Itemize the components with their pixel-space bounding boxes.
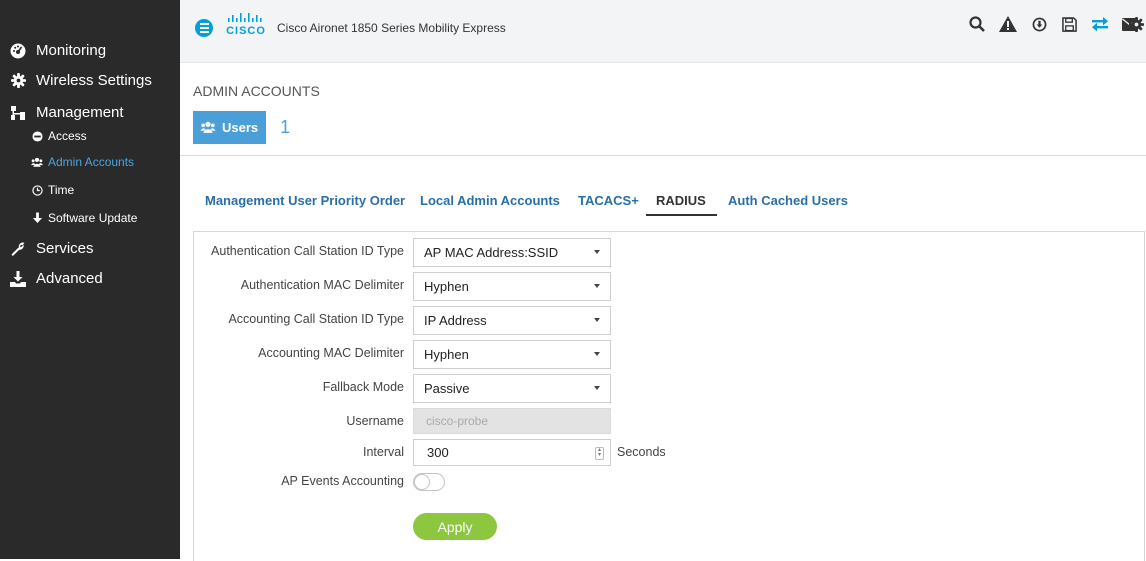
acct-call-station-id-type-select[interactable]: IP Address	[413, 306, 611, 335]
select-value: Hyphen	[424, 347, 469, 362]
sidebar-item-access[interactable]: Access	[31, 129, 87, 143]
ap-events-accounting-toggle[interactable]	[413, 473, 445, 491]
sidebar-item-admin-accounts[interactable]: Admin Accounts	[31, 155, 134, 169]
acct-call-station-id-type-label: Accounting Call Station ID Type	[228, 312, 404, 326]
download-tray-icon	[10, 270, 26, 287]
username-label: Username	[346, 414, 404, 428]
sidebar-item-label: Software Update	[48, 211, 138, 225]
users-icon	[31, 156, 43, 168]
divider	[180, 155, 1146, 156]
caret-down-icon	[594, 352, 600, 356]
interval-input[interactable]: 300 ▴ ▾	[413, 439, 611, 466]
save-icon[interactable]	[1059, 14, 1079, 34]
tab-auth-cached-users[interactable]: Auth Cached Users	[728, 193, 848, 208]
warning-icon[interactable]	[998, 14, 1018, 34]
auth-mac-delimiter-select[interactable]: Hyphen	[413, 272, 611, 301]
clock-icon	[31, 184, 43, 196]
acct-mac-delimiter-label: Accounting MAC Delimiter	[258, 346, 404, 360]
arrow-down-icon	[31, 212, 43, 224]
sidebar-item-management[interactable]: Management	[10, 104, 124, 121]
sidebar: Monitoring Wireless Settings Management …	[0, 0, 180, 559]
sidebar-item-software-update[interactable]: Software Update	[31, 211, 137, 225]
gear-icon[interactable]	[1126, 14, 1146, 34]
page-title: ADMIN ACCOUNTS	[193, 83, 320, 99]
username-input: cisco-probe	[413, 408, 611, 434]
wrench-icon	[10, 241, 26, 257]
sidebar-item-label: Monitoring	[36, 42, 107, 59]
sidebar-item-services[interactable]: Services	[10, 240, 94, 257]
top-bar: CISCO Cisco Aironet 1850 Series Mobility…	[180, 0, 1146, 63]
sidebar-item-label: Wireless Settings	[36, 72, 152, 89]
interval-label: Interval	[363, 445, 404, 459]
sitemap-icon	[10, 105, 26, 121]
users-badge-count: 1	[266, 111, 305, 144]
minus-circle-icon	[31, 130, 43, 142]
download-circle-icon[interactable]	[1029, 14, 1049, 34]
tab-tacacs[interactable]: TACACS+	[578, 193, 639, 208]
caret-down-icon	[594, 250, 600, 254]
auth-mac-delimiter-label: Authentication MAC Delimiter	[240, 278, 404, 292]
auth-call-station-id-type-label: Authentication Call Station ID Type	[211, 244, 404, 258]
users-badge-label: Users	[222, 120, 259, 135]
caret-down-icon	[594, 386, 600, 390]
exchange-icon[interactable]	[1090, 14, 1110, 34]
gear-icon	[10, 73, 26, 89]
logo-text: CISCO	[226, 25, 266, 37]
search-icon[interactable]	[967, 14, 987, 34]
caret-down-icon	[594, 284, 600, 288]
interval-unit: Seconds	[617, 445, 666, 459]
users-icon	[200, 121, 216, 134]
sidebar-item-label: Admin Accounts	[48, 155, 135, 169]
stepper-arrows-icon[interactable]: ▴ ▾	[595, 447, 604, 460]
product-title: Cisco Aironet 1850 Series Mobility Expre…	[277, 21, 506, 35]
caret-down-icon	[594, 318, 600, 322]
select-value: IP Address	[424, 313, 487, 328]
active-tab-indicator	[646, 214, 717, 216]
select-value: Passive	[424, 381, 470, 396]
sidebar-item-label: Access	[48, 129, 87, 143]
sidebar-item-monitoring[interactable]: Monitoring	[10, 42, 106, 59]
users-count-badge[interactable]: Users 1	[193, 111, 305, 144]
fallback-mode-select[interactable]: Passive	[413, 374, 611, 403]
toggle-knob	[414, 474, 430, 490]
dashboard-icon	[10, 43, 26, 59]
tab-management-user-priority-order[interactable]: Management User Priority Order	[205, 193, 405, 208]
sidebar-item-time[interactable]: Time	[31, 183, 74, 197]
acct-mac-delimiter-select[interactable]: Hyphen	[413, 340, 611, 369]
tab-radius[interactable]: RADIUS	[656, 193, 706, 208]
ap-events-accounting-label: AP Events Accounting	[281, 474, 404, 488]
select-value: Hyphen	[424, 279, 469, 294]
tab-local-admin-accounts[interactable]: Local Admin Accounts	[420, 193, 560, 208]
interval-value: 300	[427, 445, 449, 460]
select-value: AP MAC Address:SSID	[424, 245, 559, 260]
sidebar-item-label: Time	[48, 183, 75, 197]
sidebar-item-label: Services	[36, 240, 94, 257]
auth-call-station-id-type-select[interactable]: AP MAC Address:SSID	[413, 238, 611, 267]
menu-toggle-icon[interactable]	[195, 19, 213, 37]
sidebar-item-label: Management	[36, 104, 124, 121]
apply-button[interactable]: Apply	[413, 513, 497, 540]
sidebar-item-advanced[interactable]: Advanced	[10, 270, 103, 287]
fallback-mode-label: Fallback Mode	[322, 380, 404, 394]
sidebar-item-wireless-settings[interactable]: Wireless Settings	[10, 72, 152, 89]
cisco-logo: CISCO	[225, 13, 267, 37]
sidebar-item-label: Advanced	[36, 270, 103, 287]
